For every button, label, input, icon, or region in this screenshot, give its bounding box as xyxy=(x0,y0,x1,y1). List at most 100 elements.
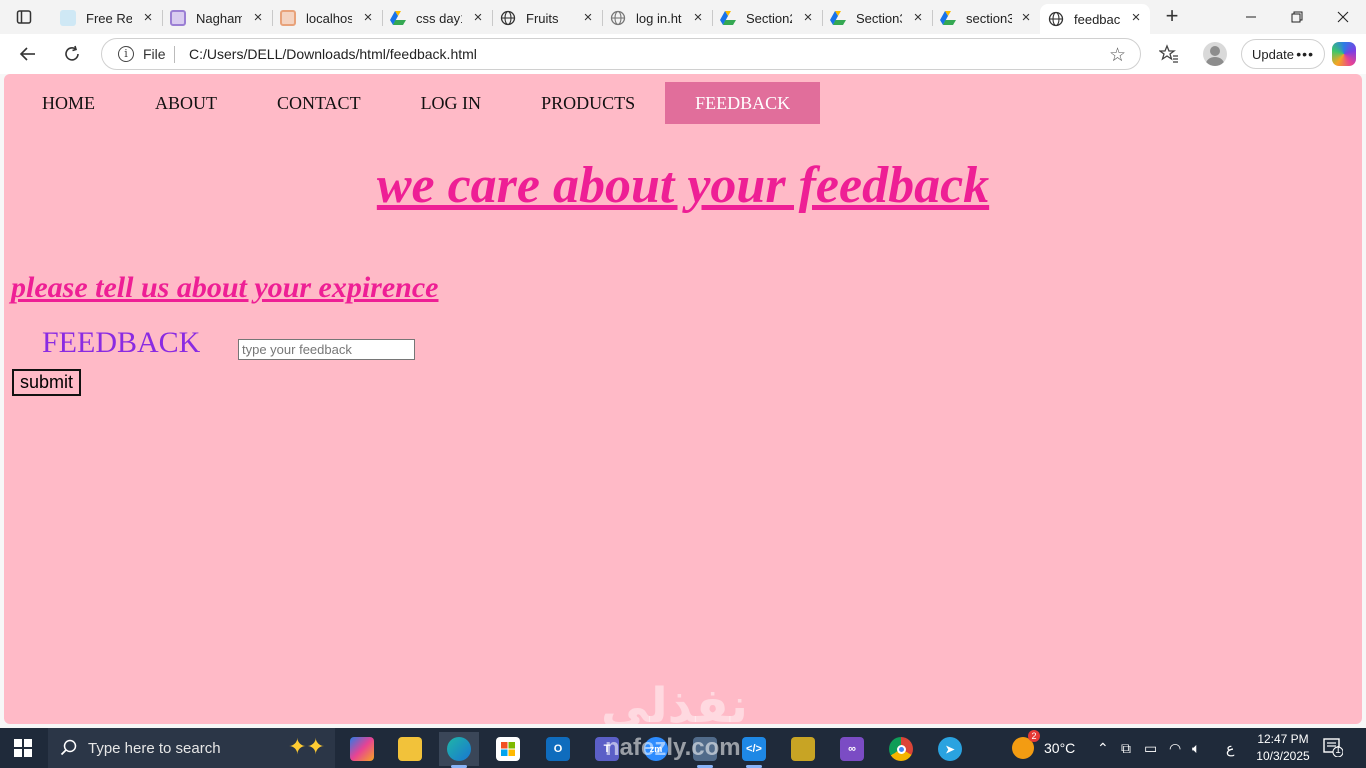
battery-icon: ▭ xyxy=(1144,739,1158,756)
browser-tab-active[interactable]: feedback × xyxy=(1040,4,1150,34)
input-language[interactable]: ع xyxy=(1226,728,1234,768)
folder-icon xyxy=(398,737,422,761)
taskbar-file-explorer[interactable] xyxy=(390,732,430,766)
nav-products[interactable]: PRODUCTS xyxy=(511,82,665,124)
restore-icon xyxy=(1291,11,1303,23)
drive-icon xyxy=(940,10,956,26)
url-text[interactable]: C:/Users/DELL/Downloads/html/feedback.ht… xyxy=(189,46,477,62)
feedback-input[interactable] xyxy=(238,339,415,360)
back-button[interactable] xyxy=(14,40,42,68)
outlook-icon: O xyxy=(546,737,570,761)
close-tab-icon[interactable]: × xyxy=(1018,10,1034,26)
restore-button[interactable] xyxy=(1274,4,1320,30)
taskbar-chrome[interactable] xyxy=(881,732,921,766)
close-tab-icon[interactable]: × xyxy=(580,10,596,26)
page-subtitle: please tell us about your expirence xyxy=(11,271,439,304)
profile-avatar[interactable] xyxy=(1203,42,1227,66)
document-icon xyxy=(60,10,76,26)
nav-feedback[interactable]: FEEDBACK xyxy=(665,82,821,124)
browser-tab[interactable]: section3( × xyxy=(932,4,1040,32)
site-info-icon[interactable]: i xyxy=(118,46,134,62)
copilot-app-icon xyxy=(350,737,374,761)
calendar-icon xyxy=(170,10,186,26)
speaker-icon: 🔈︎ xyxy=(1192,739,1201,756)
nav-contact[interactable]: CONTACT xyxy=(247,82,391,124)
taskbar-store[interactable] xyxy=(488,732,528,766)
tray-volume[interactable]: 🔈︎ xyxy=(1192,728,1200,768)
close-icon xyxy=(1337,11,1349,23)
copilot-icon[interactable] xyxy=(1332,42,1356,66)
edge-icon xyxy=(447,737,471,761)
drive-icon xyxy=(830,10,846,26)
minimize-button[interactable] xyxy=(1228,4,1274,30)
close-tab-icon[interactable]: × xyxy=(690,10,706,26)
update-label: Update xyxy=(1252,46,1294,62)
back-arrow-icon xyxy=(19,47,35,61)
more-menu-icon[interactable]: ••• xyxy=(1296,46,1314,62)
site-nav: HOME ABOUT CONTACT LOG IN PRODUCTS FEEDB… xyxy=(12,82,821,124)
tray-meet[interactable]: ⧉ xyxy=(1121,728,1131,768)
taskbar-edge[interactable] xyxy=(439,732,479,768)
close-window-button[interactable] xyxy=(1320,4,1366,30)
favorite-star-icon[interactable]: ☆ xyxy=(1109,44,1126,67)
taskbar-telegram[interactable]: ➤ xyxy=(930,732,970,766)
tray-battery[interactable]: ▭ xyxy=(1144,728,1157,768)
close-tab-icon[interactable]: × xyxy=(800,10,816,26)
tab-actions-button[interactable] xyxy=(10,6,38,28)
browser-toolbar: i File C:/Users/DELL/Downloads/html/feed… xyxy=(0,34,1366,74)
drive-icon xyxy=(390,10,406,26)
browser-tab[interactable]: Nagham × xyxy=(162,4,273,32)
telegram-icon: ➤ xyxy=(938,737,962,761)
watermark-latin: nafezly.com xyxy=(605,734,741,761)
close-tab-icon[interactable]: × xyxy=(360,10,376,26)
tools-icon xyxy=(791,737,815,761)
nav-about[interactable]: ABOUT xyxy=(125,82,247,124)
browser-tab[interactable]: css day1 × xyxy=(382,4,493,32)
new-tab-button[interactable]: + xyxy=(1160,5,1184,28)
show-hidden-icons[interactable]: ⌃ xyxy=(1097,728,1109,768)
taskbar-tool[interactable] xyxy=(783,732,823,766)
favorites-button[interactable] xyxy=(1157,42,1181,66)
system-clock[interactable]: 12:47 PM 10/3/2025 xyxy=(1255,731,1311,765)
taskbar-search[interactable]: Type here to search ✦✦ xyxy=(48,728,335,768)
nav-login[interactable]: LOG IN xyxy=(391,82,512,124)
address-bar[interactable]: i File C:/Users/DELL/Downloads/html/feed… xyxy=(101,38,1141,70)
chevron-up-icon: ⌃ xyxy=(1097,739,1109,756)
chrome-icon xyxy=(889,737,913,761)
omnibox-divider xyxy=(174,46,175,63)
drive-icon xyxy=(720,10,736,26)
phpmyadmin-icon xyxy=(280,10,296,26)
weather-widget[interactable]: 2 30°C xyxy=(1012,728,1075,768)
taskbar-visual-studio[interactable]: ∞ xyxy=(832,732,872,766)
close-tab-icon[interactable]: × xyxy=(140,10,156,26)
browser-tab[interactable]: localhost × xyxy=(272,4,383,32)
nav-home[interactable]: HOME xyxy=(12,82,125,124)
store-icon xyxy=(496,737,520,761)
browser-tab[interactable]: Section2( × xyxy=(712,4,823,32)
taskbar-outlook[interactable]: O xyxy=(538,732,578,766)
reload-button[interactable] xyxy=(58,40,86,68)
update-button[interactable]: Update ••• xyxy=(1241,39,1325,69)
page-title: we care about your feedback xyxy=(376,157,990,214)
close-tab-icon[interactable]: × xyxy=(910,10,926,26)
tray-network[interactable]: ◠ xyxy=(1169,728,1181,768)
browser-tab[interactable]: log in.htm × xyxy=(602,4,713,32)
close-tab-icon[interactable]: × xyxy=(470,10,486,26)
taskbar-copilot[interactable] xyxy=(342,732,382,766)
browser-tab[interactable]: Fruits × xyxy=(492,4,603,32)
search-placeholder: Type here to search xyxy=(88,739,221,757)
notification-center-button[interactable]: 1 xyxy=(1323,737,1344,758)
globe-icon xyxy=(1048,11,1064,27)
vscode-icon: </> xyxy=(742,737,766,761)
reload-icon xyxy=(65,45,79,61)
tab-actions-icon xyxy=(16,10,32,24)
browser-tab[interactable]: Section3( × xyxy=(822,4,933,32)
close-tab-icon[interactable]: × xyxy=(1128,10,1144,26)
submit-button[interactable]: submit xyxy=(12,369,81,396)
start-button[interactable] xyxy=(14,739,32,757)
tab-strip: Free Resu × Nagham × localhost × css day… xyxy=(0,0,1366,34)
url-scheme: File xyxy=(143,46,166,62)
weather-badge: 2 xyxy=(1028,730,1040,742)
browser-tab[interactable]: Free Resu × xyxy=(52,4,163,32)
close-tab-icon[interactable]: × xyxy=(250,10,266,26)
